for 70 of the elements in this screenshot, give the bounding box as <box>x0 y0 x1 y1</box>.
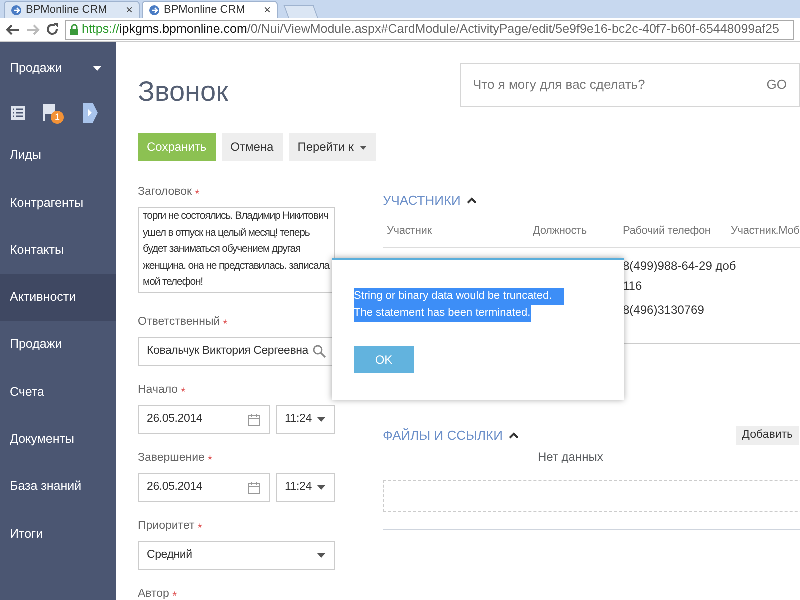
close-icon[interactable]: × <box>264 1 271 19</box>
required-mark: * <box>223 316 228 333</box>
column-header[interactable]: Должность <box>533 222 623 239</box>
sidebar-item[interactable]: Контрагенты <box>0 179 116 227</box>
browser-tab[interactable]: BPMonline CRM × <box>142 1 278 18</box>
sidebar-item[interactable]: База знаний <box>0 463 116 510</box>
dropdown-icon[interactable] <box>317 553 326 558</box>
dropdown-icon[interactable] <box>317 485 326 490</box>
calendar-icon[interactable] <box>248 412 261 426</box>
column-header[interactable]: Рабочий телефон <box>623 222 731 239</box>
field-label: Приоритет <box>138 519 195 534</box>
go-button[interactable]: GO <box>766 75 787 95</box>
dropdown-icon[interactable] <box>317 417 326 422</box>
date-field[interactable]: 26.05.2014 <box>138 405 270 434</box>
field-label: Завершение <box>138 451 205 466</box>
search-icon[interactable] <box>313 345 326 358</box>
chevron-up-icon[interactable] <box>508 432 519 440</box>
cancel-button[interactable]: Отмена <box>222 133 283 161</box>
page-icon <box>11 4 22 16</box>
field-label: Начало <box>138 383 178 398</box>
close-icon[interactable]: × <box>126 1 133 19</box>
play-icon[interactable] <box>82 103 98 123</box>
sidebar-item[interactable]: Лиды <box>0 132 116 180</box>
caret-icon[interactable] <box>93 66 102 70</box>
add-button[interactable]: Добавить <box>736 426 799 446</box>
sidebar-item[interactable]: Итоги <box>0 510 116 558</box>
field-label: Автор <box>138 587 170 600</box>
required-mark: * <box>195 186 200 203</box>
calendar-icon[interactable] <box>248 480 261 494</box>
table-cell-text: 8(496)3130769 <box>623 302 706 319</box>
search-field[interactable]: Что я могу для вас сделать? GO <box>460 63 800 107</box>
sidebar-item[interactable]: Продажи <box>0 321 116 368</box>
sidebar-item[interactable]: Активности <box>0 274 116 322</box>
browser-tab[interactable]: BPMonline CRM × <box>4 1 140 18</box>
message-text: String or binary data would be truncated. <box>354 288 564 305</box>
required-mark: * <box>181 384 186 401</box>
url-text: https://ipkgms.bpmonline.com/0/Nui/ViewModule.aspx#CardModule/ActivityPage/edit/5e9f9e16-bc2c-40f7-b60f-65448099af25 <box>82 21 780 38</box>
page-icon <box>149 4 160 16</box>
reload-icon[interactable] <box>46 23 59 36</box>
table-cell-text: 8(499)988-64-29 доб 116 <box>623 258 738 295</box>
sidebar-item[interactable]: Счета <box>0 368 116 416</box>
message-text: The statement has been terminated. <box>354 305 531 322</box>
menu-button[interactable]: Перейти к <box>288 133 376 161</box>
back-icon[interactable] <box>6 24 20 36</box>
column-header[interactable]: Участник.Моб <box>731 222 800 239</box>
notification-badge: 1 <box>51 111 64 124</box>
search-placeholder: Что я могу для вас сделать? <box>473 76 646 94</box>
page-title: Звонок <box>138 75 228 109</box>
time-field[interactable]: 11:24 <box>276 405 335 434</box>
required-mark: * <box>208 452 213 469</box>
lookup-field[interactable]: Ковальчук Виктория Сергеевна <box>138 337 335 366</box>
required-mark: * <box>198 520 202 537</box>
column-header[interactable]: Участник <box>387 222 533 239</box>
lock-icon <box>70 24 79 36</box>
date-field[interactable]: 26.05.2014 <box>138 473 270 502</box>
section-title[interactable]: Продажи <box>10 58 62 78</box>
select-field[interactable]: Средний <box>138 541 335 570</box>
sidebar-item[interactable]: Документы <box>0 416 116 464</box>
caret-icon <box>360 146 367 150</box>
list-icon[interactable] <box>10 105 26 121</box>
empty-message: Нет данных <box>538 448 604 466</box>
address-field[interactable]: https://ipkgms.bpmonline.com/0/Nui/ViewModule.aspx#CardModule/ActivityPage/edit/5e9f9e16-bc2c-40f7-b60f-65448099af25 <box>65 20 794 40</box>
chevron-up-icon[interactable] <box>466 197 477 204</box>
time-field[interactable]: 11:24 <box>276 473 335 502</box>
field-label: Ответственный <box>138 315 220 330</box>
flag-icon[interactable] <box>42 102 56 121</box>
field-label: Заголовок <box>138 185 192 200</box>
required-mark: * <box>172 588 178 600</box>
text-area[interactable]: торги не состоялись. Владимир Никитович ушел в отпуск на целый месяц! теперь будет заниматься обучением другая женщина. она не представилась. записала мой телефон! <box>138 207 335 293</box>
sidebar-item[interactable]: Контакты <box>0 226 116 274</box>
